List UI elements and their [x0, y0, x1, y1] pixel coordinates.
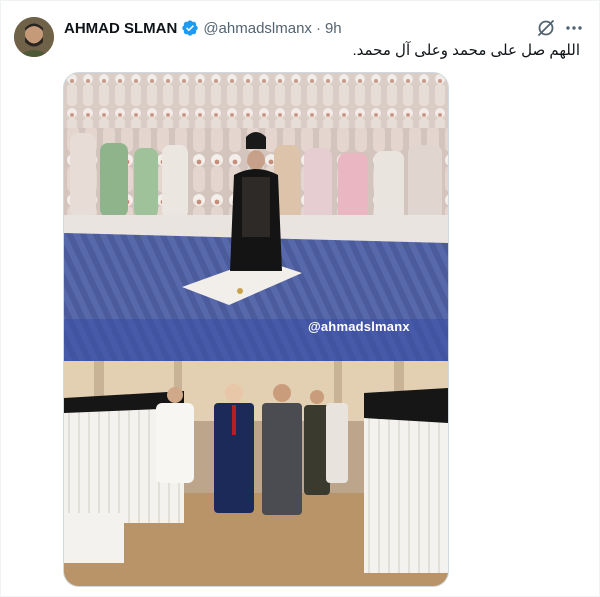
- post-media[interactable]: @ahmadslmanx: [63, 72, 449, 587]
- author-handle[interactable]: @ahmadslmanx: [203, 20, 312, 37]
- post-time[interactable]: 9h: [325, 20, 342, 37]
- verified-badge-icon: [182, 20, 199, 36]
- avatar[interactable]: [14, 17, 54, 57]
- post-text: اللهم صل على محمد وعلى آل محمد.: [352, 42, 580, 59]
- author-name[interactable]: AHMAD SLMAN: [64, 20, 177, 37]
- media-watermark: @ahmadslmanx: [308, 319, 410, 334]
- post-header: AHMAD SLMAN @ahmadslmanx · 9h: [64, 18, 342, 38]
- avatar-image: [14, 17, 54, 57]
- post-card[interactable]: AHMAD SLMAN @ahmadslmanx · 9h اللهم صل ع…: [0, 0, 600, 597]
- grok-icon[interactable]: [536, 18, 556, 38]
- more-options-icon[interactable]: [564, 18, 584, 38]
- separator: ·: [315, 19, 321, 37]
